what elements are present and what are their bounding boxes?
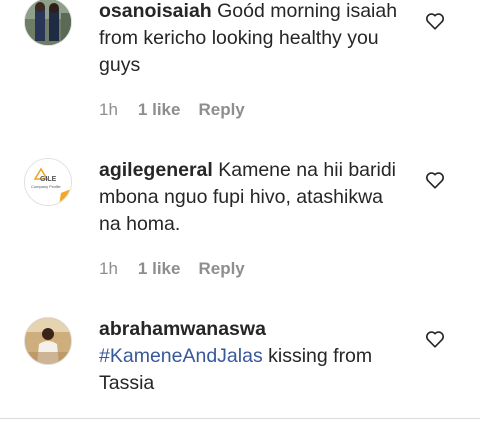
avatar-caption-text: Company Profile xyxy=(31,184,61,189)
comment-text: agilegeneral Kamene na hii baridi mbona … xyxy=(99,157,409,238)
reply-button[interactable]: Reply xyxy=(198,100,244,120)
hashtag-link[interactable]: #KameneAndJalas xyxy=(99,345,263,367)
comment-likes[interactable]: 1 like xyxy=(138,259,181,279)
comment-username[interactable]: abrahamwanaswa xyxy=(99,318,266,340)
comment-meta: 1h 1 like Reply xyxy=(99,100,245,120)
comment-likes[interactable]: 1 like xyxy=(138,100,181,120)
reply-button[interactable]: Reply xyxy=(198,259,244,279)
avatar[interactable] xyxy=(24,317,72,365)
comment-time: 1h xyxy=(99,259,118,278)
heart-outline-icon[interactable] xyxy=(424,169,446,191)
comment-text: abrahamwanaswa #KameneAndJalas kissing f… xyxy=(99,316,409,397)
comment-meta: 1h 1 like Reply xyxy=(99,259,245,279)
comment-username[interactable]: osanoisaiah xyxy=(99,0,212,22)
divider xyxy=(0,418,480,419)
avatar-logo-text: GILE xyxy=(40,176,57,183)
comment-username[interactable]: agilegeneral xyxy=(99,159,213,181)
comment-time: 1h xyxy=(99,100,118,119)
avatar[interactable]: GILE Company Profile xyxy=(24,158,72,206)
comment-text: osanoisaiah Goód morning isaiah from ker… xyxy=(99,0,409,79)
heart-outline-icon[interactable] xyxy=(424,10,446,32)
avatar[interactable] xyxy=(24,0,72,46)
heart-outline-icon[interactable] xyxy=(424,328,446,350)
